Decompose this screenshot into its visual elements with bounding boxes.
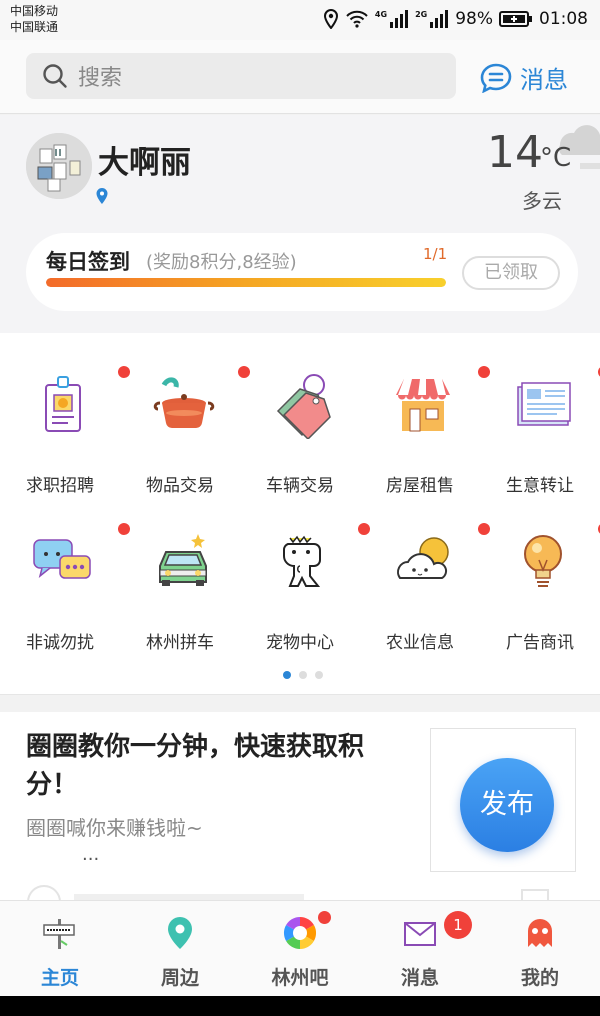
location-pin-icon (96, 188, 108, 204)
category-dating[interactable]: 非诚勿扰 (0, 520, 130, 670)
price-tag-icon (276, 374, 331, 439)
search-icon (43, 64, 67, 88)
net2-label: 2G (415, 9, 428, 19)
net1-label: 4G (374, 9, 388, 19)
category-label: 生意转让 (506, 476, 574, 496)
cooking-pot-icon (153, 377, 215, 429)
car-icon (159, 534, 207, 586)
page-dot[interactable] (315, 671, 323, 679)
category-label: 宠物中心 (266, 633, 334, 653)
top-header: 搜索 消息 (0, 40, 600, 114)
signal-icon-2 (430, 10, 449, 28)
category-jobs[interactable]: 求职招聘 (0, 363, 130, 513)
category-vehicles[interactable]: 车辆交易 (240, 363, 360, 513)
avatar-image (26, 133, 92, 199)
bottom-tab-bar: 主页 周边 林州吧 1 消息 我的 (0, 900, 600, 996)
category-pets[interactable]: 宠物中心 (240, 520, 370, 670)
page-dot[interactable] (299, 671, 307, 679)
category-carpool[interactable]: 林州拼车 (120, 520, 240, 670)
tab-label: 我的 (520, 967, 559, 989)
temperature-unit: °C (540, 143, 572, 173)
light-bulb-icon (524, 535, 562, 587)
unread-dot (318, 911, 331, 924)
category-business[interactable]: 生意转让 (480, 363, 600, 513)
shop-house-icon (396, 379, 450, 432)
checkin-claimed-button[interactable]: 已领取 (462, 256, 560, 290)
tab-profile[interactable]: 我的 (480, 901, 600, 997)
carrier-2: 中国联通 (10, 20, 59, 34)
pet-dino-icon (283, 535, 321, 587)
id-badge-icon (45, 376, 81, 432)
cloud-sun-icon (397, 537, 449, 579)
checkin-progress-bar (46, 278, 446, 287)
category-label: 车辆交易 (266, 476, 334, 496)
checkin-reward: (奖励8积分,8经验) (146, 252, 297, 273)
category-label: 非诚勿扰 (26, 633, 94, 653)
category-label: 广告商讯 (506, 633, 574, 653)
ghost-icon (528, 919, 552, 947)
wifi-icon (346, 10, 368, 28)
tab-messages[interactable]: 1 消息 (360, 901, 480, 997)
category-goods[interactable]: 物品交易 (120, 363, 250, 513)
category-label: 物品交易 (146, 476, 214, 496)
page-dot[interactable] (283, 671, 291, 679)
temperature: 14 (487, 127, 543, 178)
newspaper-icon (517, 382, 571, 426)
category-ads[interactable]: 广告商讯 (480, 520, 600, 670)
publish-fab-button[interactable]: 发布 (460, 758, 554, 852)
location-status-icon (323, 9, 338, 29)
tab-nearby[interactable]: 周边 (120, 901, 240, 997)
category-label: 农业信息 (386, 633, 454, 653)
article-more: ... (82, 844, 100, 865)
status-bar: 中国移动 中国联通 4G 2G 98% 01:08 (0, 0, 600, 40)
weather-condition: 多云 (522, 189, 562, 213)
category-label: 林州拼车 (146, 633, 214, 653)
tab-label: 周边 (160, 967, 199, 989)
battery-icon (499, 11, 532, 27)
avatar[interactable] (26, 133, 92, 199)
category-label: 求职招聘 (26, 476, 94, 496)
welcome-sign-icon (43, 919, 75, 949)
daily-checkin-card: 每日签到 (奖励8积分,8经验) 1/1 已领取 (26, 233, 578, 311)
tab-label: 消息 (400, 967, 439, 989)
tab-label: 林州吧 (271, 967, 329, 989)
profile-section: 大啊丽 14 °C 多云 每日签到 (奖励8积分,8经验) 1/1 已领取 (0, 115, 600, 333)
checkin-progress-fill (46, 278, 446, 287)
message-bubble-icon (480, 63, 512, 93)
clock: 01:08 (539, 9, 588, 29)
category-agriculture[interactable]: 农业信息 (360, 520, 490, 670)
status-icons: 4G 2G 98% 01:08 (323, 8, 588, 30)
system-nav-strip (0, 996, 600, 1016)
checkin-title: 每日签到 (46, 250, 130, 274)
checkin-count: 1/1 (423, 245, 448, 263)
tab-label: 主页 (40, 967, 79, 989)
color-wheel-icon (283, 916, 317, 950)
category-grid: 求职招聘 物品交易 车辆交易 房屋租售 生意转让 非诚勿扰 林州拼车 宠物中心 … (0, 333, 600, 695)
tab-home[interactable]: 主页 (0, 901, 120, 997)
messages-button[interactable]: 消息 (480, 60, 568, 95)
category-label: 房屋租售 (386, 476, 454, 496)
username: 大啊丽 (98, 145, 191, 181)
search-bar[interactable]: 搜索 (26, 53, 456, 99)
carrier-1: 中国移动 (10, 4, 59, 18)
carrier-info: 中国移动 中国联通 (10, 3, 58, 35)
category-housing[interactable]: 房屋租售 (360, 363, 490, 513)
messages-label: 消息 (520, 66, 568, 94)
battery-percent: 98% (455, 9, 493, 29)
signal-icon-1 (390, 10, 409, 28)
envelope-icon (404, 922, 436, 946)
chat-bubbles-icon (33, 539, 91, 579)
search-placeholder: 搜索 (78, 66, 123, 91)
article-subtitle: 圈圈喊你来赚钱啦~ (26, 816, 203, 840)
tab-forum[interactable]: 林州吧 (240, 901, 360, 997)
unread-badge: 1 (444, 911, 472, 939)
article-title: 圈圈教你一分钟，快速获取积分！ (26, 732, 365, 800)
map-pin-icon (168, 917, 192, 949)
grid-pager (283, 671, 323, 679)
